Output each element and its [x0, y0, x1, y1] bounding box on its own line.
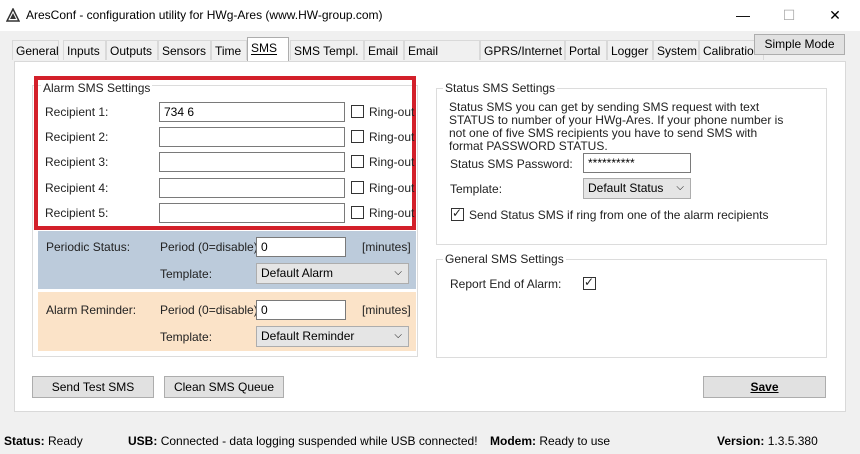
version-value: 1.3.5.380	[767, 434, 818, 448]
clean-sms-queue-button[interactable]: Clean SMS Queue	[164, 376, 284, 398]
recipient-5-ringout-label: Ring-out	[369, 206, 415, 220]
modem-field: Modem: Ready to use	[490, 434, 610, 448]
reminder-template-label: Template:	[160, 330, 213, 344]
save-button[interactable]: Save	[703, 376, 826, 398]
status-sms-title: Status SMS Settings	[443, 81, 558, 95]
periodic-status-label: Periodic Status:	[46, 240, 131, 254]
usb-field: USB: Connected - data logging suspended …	[128, 434, 478, 448]
recipient-3-ringout-label: Ring-out	[369, 155, 415, 169]
recipient-3-ringout-checkbox[interactable]	[351, 155, 364, 168]
recipient-5-label: Recipient 5:	[45, 206, 109, 220]
tab-logger[interactable]: Logger	[607, 40, 653, 60]
recipient-3-input[interactable]	[159, 152, 345, 172]
periodic-period-input[interactable]: 0	[256, 237, 346, 257]
tab-time[interactable]: Time	[211, 40, 247, 60]
reminder-template-value: Default Reminder	[261, 329, 355, 343]
usb-value: Connected - data logging suspended while…	[160, 434, 478, 448]
modem-value: Ready to use	[539, 434, 611, 448]
recipient-1-ringout-checkbox[interactable]	[351, 105, 364, 118]
report-end-checkbox[interactable]	[583, 275, 596, 290]
recipient-5-ringout-checkbox[interactable]	[351, 206, 364, 219]
recipient-2-ringout-checkbox[interactable]	[351, 130, 364, 143]
status-ring-checkbox[interactable]	[451, 206, 464, 221]
tab-general[interactable]: General	[12, 40, 59, 60]
recipient-4-ringout-label: Ring-out	[369, 181, 415, 195]
recipient-2-ringout-label: Ring-out	[369, 130, 415, 144]
send-test-sms-button[interactable]: Send Test SMS	[32, 376, 154, 398]
app-triangle-icon	[6, 8, 20, 22]
recipient-4-label: Recipient 4:	[45, 181, 109, 195]
periodic-template-select[interactable]: Default Alarm ⌵	[256, 263, 409, 284]
chevron-down-icon: ⌵	[394, 267, 402, 278]
close-button[interactable]: ✕	[812, 0, 858, 31]
recipient-4-ringout-checkbox[interactable]	[351, 181, 364, 194]
window-title: AresConf - configuration utility for HWg…	[26, 8, 383, 22]
modem-key: Modem:	[490, 434, 536, 448]
simple-mode-button[interactable]: Simple Mode	[754, 34, 845, 55]
status-template-label: Template:	[450, 182, 503, 196]
recipient-1-label: Recipient 1:	[45, 105, 109, 119]
recipient-2-label: Recipient 2:	[45, 130, 109, 144]
tab-email-templ[interactable]: Email Templ.	[404, 40, 480, 78]
status-field: Status: Ready	[4, 434, 83, 448]
reminder-unit-label: [minutes]	[362, 303, 411, 317]
recipient-2-input[interactable]	[159, 127, 345, 147]
general-sms-title: General SMS Settings	[443, 252, 566, 266]
version-key: Version:	[717, 434, 765, 448]
alarm-reminder-label: Alarm Reminder:	[46, 303, 137, 317]
recipient-1-input[interactable]: 734 6	[159, 102, 345, 122]
tab-gprs-internet[interactable]: GPRS/Internet	[480, 40, 565, 60]
status-password-label: Status SMS Password:	[450, 157, 573, 171]
recipient-4-input[interactable]	[159, 178, 345, 198]
usb-key: USB:	[128, 434, 158, 448]
recipient-3-label: Recipient 3:	[45, 155, 109, 169]
maximize-button[interactable]: ☐	[766, 0, 812, 31]
alarm-sms-title: Alarm SMS Settings	[41, 81, 153, 95]
report-end-label: Report End of Alarm:	[450, 277, 562, 291]
recipient-1-ringout-label: Ring-out	[369, 105, 415, 119]
tab-sms[interactable]: SMS	[247, 37, 289, 61]
status-value: Ready	[48, 434, 83, 448]
periodic-template-label: Template:	[160, 267, 213, 281]
recipient-5-input[interactable]	[159, 203, 345, 223]
tab-system[interactable]: System	[653, 40, 699, 60]
periodic-period-label: Period (0=disable):	[160, 240, 262, 254]
status-template-select[interactable]: Default Status ⌵	[583, 178, 691, 199]
reminder-period-label: Period (0=disable):	[160, 303, 262, 317]
status-ring-label: Send Status SMS if ring from one of the …	[469, 208, 769, 222]
reminder-period-input[interactable]: 0	[256, 300, 346, 320]
status-key: Status:	[4, 434, 45, 448]
tab-email[interactable]: Email	[364, 40, 404, 60]
status-sms-description: Status SMS you can get by sending SMS re…	[449, 100, 784, 153]
tab-sms-templ[interactable]: SMS Templ.	[290, 40, 364, 60]
title-bar: AresConf - configuration utility for HWg…	[0, 0, 860, 31]
periodic-template-value: Default Alarm	[261, 266, 334, 280]
reminder-template-select[interactable]: Default Reminder ⌵	[256, 326, 409, 347]
tab-sensors[interactable]: Sensors	[158, 40, 211, 60]
periodic-unit-label: [minutes]	[362, 240, 411, 254]
chevron-down-icon: ⌵	[394, 330, 402, 341]
tab-outputs[interactable]: Outputs	[106, 40, 158, 60]
chevron-down-icon: ⌵	[676, 182, 684, 193]
general-sms-group: General SMS Settings	[436, 252, 827, 358]
status-template-value: Default Status	[588, 181, 664, 195]
version-field: Version: 1.3.5.380	[717, 434, 818, 448]
tab-portal[interactable]: Portal	[565, 40, 607, 60]
tab-inputs[interactable]: Inputs	[63, 40, 106, 60]
status-password-input[interactable]: **********	[583, 153, 691, 173]
minimize-button[interactable]: —	[720, 0, 766, 31]
